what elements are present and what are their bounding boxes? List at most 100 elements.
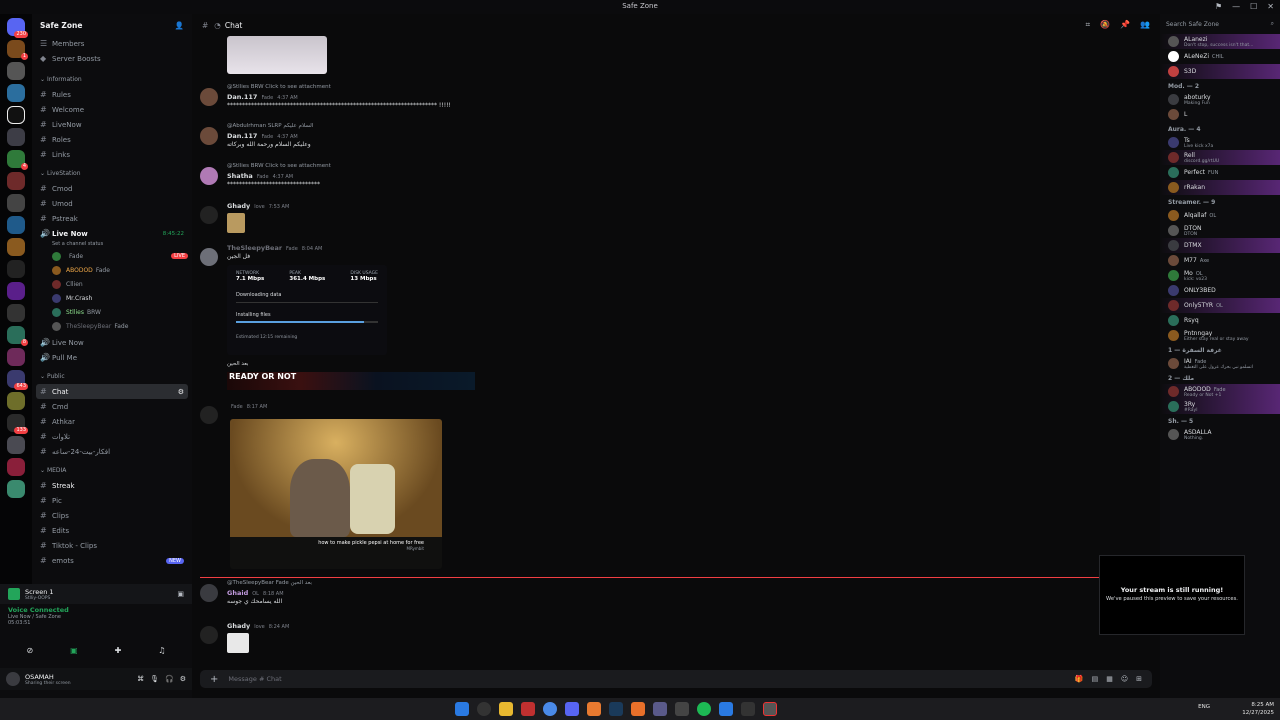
server-icon[interactable] [7,84,25,102]
server-icon[interactable]: 8 [7,326,28,346]
member[interactable]: rRakan [1160,180,1280,195]
avatar[interactable] [200,406,218,424]
member[interactable]: Mo OL kick: vo23 [1160,268,1280,283]
sticker[interactable] [227,633,249,653]
app-icon[interactable] [521,702,535,716]
avatar[interactable] [200,584,218,602]
video-embed[interactable]: how to make pickle pepsi at home for fre… [230,419,442,569]
avatar[interactable] [200,206,218,224]
channel-cmd[interactable]: # Cmd [32,399,192,414]
member[interactable]: ALeNeZi CHIL [1160,49,1280,64]
voice-channel-live-now-2[interactable]: 🔊 Live Now [32,335,192,350]
channel-streak[interactable]: # Streak [32,478,192,493]
reply-preview[interactable]: @TheSleepyBear Fade بعد الحين [227,580,312,589]
channel-roles[interactable]: # Roles [32,132,192,147]
headphones-icon[interactable]: 🎧 [165,675,174,683]
voice-user[interactable]: TheSleepyBear Fade [32,319,192,333]
microphone-icon[interactable]: 🎙 [150,675,159,683]
author-name[interactable]: Ghaid [227,589,248,597]
server-header[interactable]: Safe Zone 👤 [32,14,192,36]
app-icon[interactable] [653,702,667,716]
inbox-icon[interactable]: ⚑ [1215,2,1222,11]
reply-preview[interactable]: @Abdulrhman SLRP السلام عليكم [227,123,313,132]
channel-emots[interactable]: # emots NEW [32,553,192,568]
minimize-button[interactable]: — [1232,2,1240,11]
plus-icon[interactable]: + [210,674,218,685]
channel-rules[interactable]: # Rules [32,87,192,102]
voice-user[interactable]: Fade LIVE [32,249,192,263]
channel-pstreak[interactable]: # Pstreak [32,211,192,226]
avatar[interactable] [200,248,218,266]
channel-cmod[interactable]: # Cmod [32,181,192,196]
search-input[interactable]: Search Safe Zone ⌕ [1160,14,1280,34]
member[interactable]: S3D [1160,64,1280,79]
discord-icon[interactable] [565,702,579,716]
server-icon[interactable] [7,282,25,300]
channel-livenow[interactable]: # LiveNow [32,117,192,132]
reply-preview[interactable]: @Stllies BRW Click to see attachment [227,163,331,172]
server-icon[interactable]: 133 [7,414,28,434]
app-icon[interactable] [719,702,733,716]
controller-icon[interactable]: ⌘ [137,675,144,683]
category-information[interactable]: ⌄ Information [32,72,192,87]
member-list-icon[interactable]: 👥 [1140,20,1150,30]
clock[interactable]: 8:25 AM 12/27/2025 [1242,701,1274,717]
channel-welcome[interactable]: # Welcome [32,102,192,117]
member[interactable]: ABODOD Fade Ready or Not +1 [1160,384,1280,399]
reply-preview[interactable]: @Stllies BRW Click to see attachment [227,84,451,93]
close-button[interactable]: ✕ [1267,2,1274,11]
obs-icon[interactable] [763,702,777,716]
settings-icon[interactable]: ⚙ [180,675,186,683]
member[interactable]: L [1160,107,1280,122]
download-screenshot[interactable]: NETWORK 7.1 Mbps PEAK 361.4 Mbps DISK USAG… [227,265,387,355]
category-livestation[interactable]: ⌄ LiveStation [32,166,192,181]
server-icon[interactable] [7,304,25,322]
screen-share-icon[interactable]: ▣ [70,646,78,655]
member[interactable]: ASDALLA Nothing. [1160,427,1280,442]
server-icon[interactable]: 1 [7,40,28,60]
avatar[interactable] [200,127,218,145]
server-icon[interactable] [7,106,25,124]
notification-icon[interactable]: 🔕 [1100,20,1110,30]
start-icon[interactable] [455,702,469,716]
server-icon[interactable] [7,238,25,256]
author-name[interactable]: Shatha [227,172,253,180]
member[interactable]: M77 Axe [1160,253,1280,268]
channel-links[interactable]: # Links [32,147,192,162]
channel-edits[interactable]: # Edits [32,523,192,538]
add-member-icon[interactable]: 👤 [175,21,184,30]
pin-icon[interactable]: 📌 [1120,20,1130,30]
member[interactable]: Ts Live kick x7a [1160,135,1280,150]
app-icon[interactable] [587,702,601,716]
channel-tilawat[interactable]: # تلاوات [32,429,192,444]
member[interactable]: Pntnngay Either stay real or stay away [1160,328,1280,343]
gear-icon[interactable]: ⚙ [178,388,184,396]
channel-status[interactable]: Set a channel status [32,241,192,249]
server-icon[interactable] [7,348,25,366]
chrome-icon[interactable] [543,702,557,716]
author-name[interactable]: Dan.117 [227,93,257,101]
channel-umod[interactable]: # Umod [32,196,192,211]
camera-off-icon[interactable]: ⊘ [26,646,33,655]
voice-channel-pull-me[interactable]: 🔊 Pull Me [32,350,192,365]
soundboard-icon[interactable]: ♫ [158,646,165,655]
server-icon[interactable] [7,392,25,410]
member[interactable]: Rell discord.gg/rtUU [1160,150,1280,165]
author-name[interactable]: Dan.117 [227,132,257,140]
author-name[interactable]: Ghady [227,202,250,210]
channel-thoughts[interactable]: # افكار-بيت-24-ساعه [32,444,192,459]
avatar[interactable] [6,672,20,686]
server-icon[interactable]: 643 [7,370,28,390]
author-name[interactable]: Ghady [227,622,250,630]
member[interactable]: DTMX [1160,238,1280,253]
channel-athkar[interactable]: # Athkar [32,414,192,429]
server-icon[interactable] [7,172,25,190]
server-icon[interactable] [7,480,25,498]
voice-channel-live-now[interactable]: 🔊 Live Now 8:45:22 [32,226,192,241]
member[interactable]: ONLY3BED [1160,283,1280,298]
threads-icon[interactable]: ⌗ [1086,20,1091,30]
game-banner[interactable]: READY OR NOT [227,372,475,390]
member[interactable]: IAI Fade اتسلمو نبي بحرك عزول على التغطية [1160,356,1280,371]
message-input[interactable]: Message # Chat [228,675,281,683]
channel-chat[interactable]: # Chat ⚙ [36,384,188,399]
